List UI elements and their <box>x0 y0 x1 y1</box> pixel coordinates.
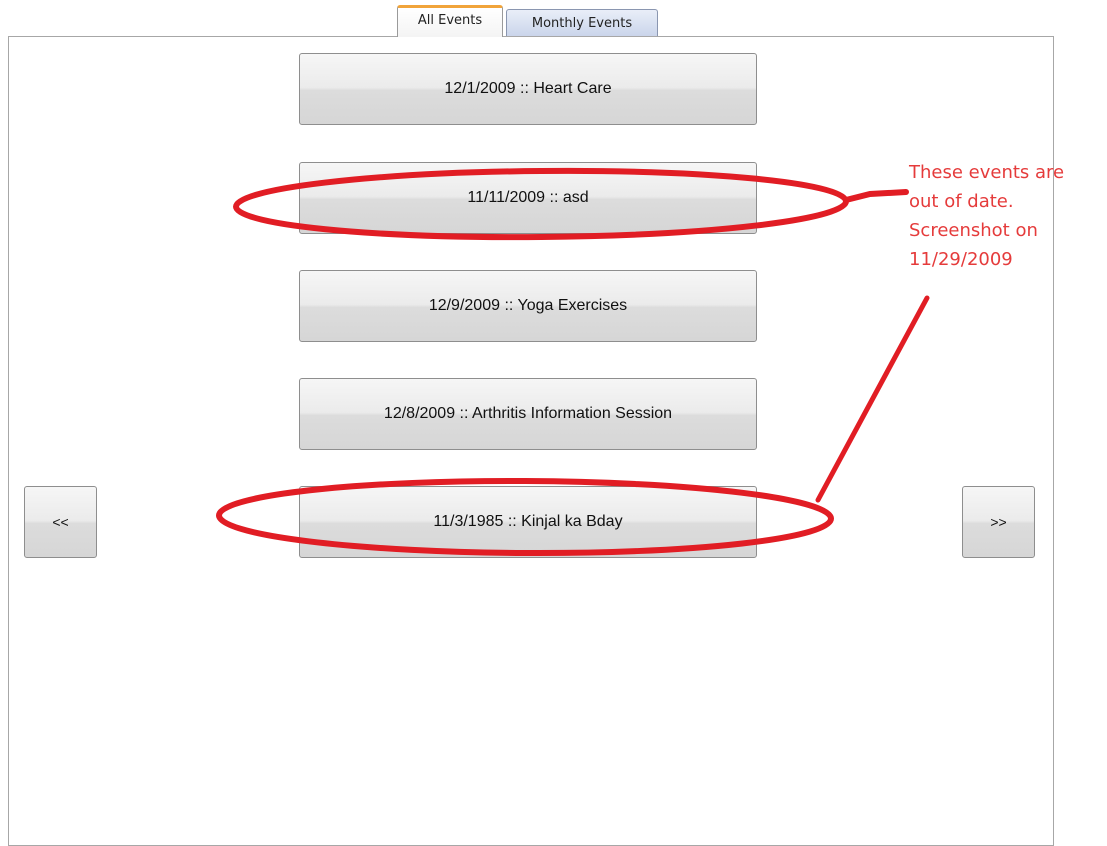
annotation-text: These events are out of date. Screenshot… <box>909 158 1107 274</box>
annotation-line: 11/29/2009 <box>909 249 1013 270</box>
next-page-button[interactable]: >> <box>962 486 1035 558</box>
tab-all-events[interactable]: All Events <box>397 5 503 37</box>
event-button-heart-care[interactable]: 12/1/2009 :: Heart Care <box>299 53 757 125</box>
annotation-line: These events are <box>909 162 1065 183</box>
annotation-line: Screenshot on <box>909 220 1038 241</box>
event-button-asd[interactable]: 11/11/2009 :: asd <box>299 162 757 234</box>
annotation-line: out of date. <box>909 191 1014 212</box>
event-button-kinjal-bday[interactable]: 11/3/1985 :: Kinjal ka Bday <box>299 486 757 558</box>
previous-page-button[interactable]: << <box>24 486 97 558</box>
event-button-yoga-exercises[interactable]: 12/9/2009 :: Yoga Exercises <box>299 270 757 342</box>
event-button-arthritis-session[interactable]: 12/8/2009 :: Arthritis Information Sessi… <box>299 378 757 450</box>
tab-monthly-events[interactable]: Monthly Events <box>506 9 658 37</box>
